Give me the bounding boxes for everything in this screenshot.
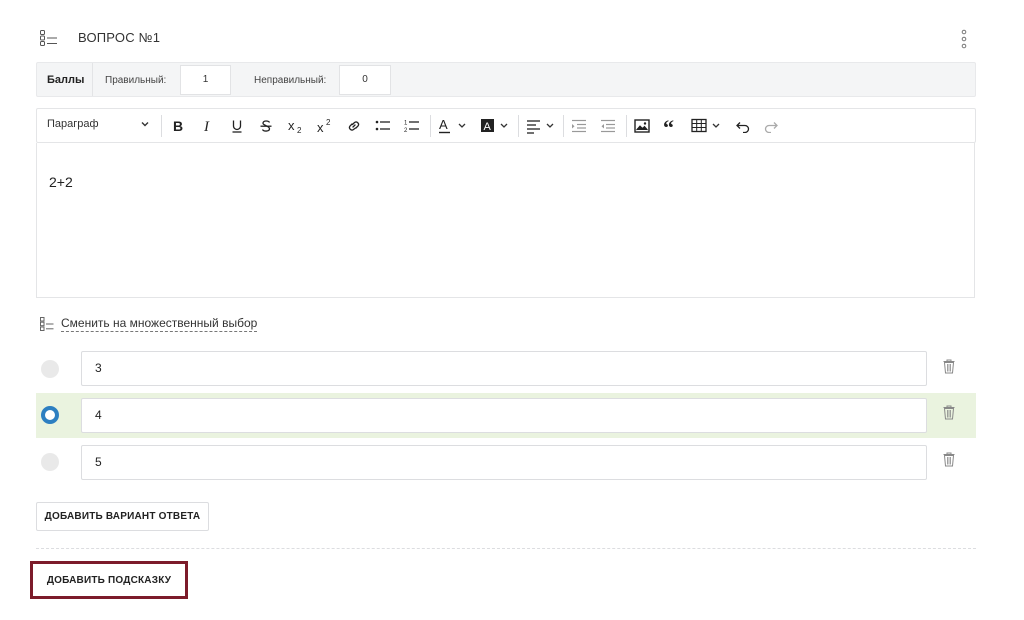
toolbar-separator [161,115,162,137]
font-color-icon[interactable]: A [436,114,470,138]
numbered-list-icon[interactable]: 12 [402,114,422,138]
trash-icon[interactable] [943,359,955,374]
answer-input[interactable]: 3 [81,351,927,386]
svg-text:x: x [288,119,295,133]
add-hint-button[interactable]: ДОБАВИТЬ ПОДСКАЗКУ [30,561,188,599]
answer-radio[interactable] [41,360,59,378]
bold-icon[interactable]: B [169,114,187,138]
incorrect-points-input[interactable]: 0 [339,65,391,95]
paragraph-dropdown[interactable]: Параграф [47,118,99,130]
question-title: ВОПРОС №1 [78,30,161,45]
underline-icon[interactable] [228,114,246,138]
section-divider [36,548,976,549]
strikethrough-icon[interactable] [257,114,275,138]
correct-points-input[interactable]: 1 [180,65,231,95]
correct-points-label: Правильный: [105,75,167,86]
multiple-choice-icon[interactable] [40,317,54,331]
answer-radio-selected[interactable] [41,406,59,424]
undo-icon[interactable] [733,114,753,138]
toolbar-separator [626,115,627,137]
toolbar-separator [518,115,519,137]
points-label: Баллы [47,74,85,86]
blockquote-icon[interactable]: “ [661,114,681,138]
svg-text:“: “ [663,119,674,133]
incorrect-points-label: Неправильный: [254,75,327,86]
svg-text:2: 2 [326,119,331,127]
answer-input[interactable]: 4 [81,398,927,433]
subscript-icon[interactable]: x2 [286,114,306,138]
trash-icon[interactable] [943,452,955,467]
italic-icon[interactable]: I [199,114,217,138]
question-list-icon [40,30,57,46]
table-icon[interactable] [689,114,725,138]
superscript-icon[interactable]: x2 [315,114,335,138]
add-answer-variant-button[interactable]: ДОБАВИТЬ ВАРИАНТ ОТВЕТА [36,502,209,531]
trash-icon[interactable] [943,405,955,420]
toolbar-separator [563,115,564,137]
answer-radio[interactable] [41,453,59,471]
svg-text:I: I [203,119,210,133]
editor-content: 2+2 [49,174,73,190]
svg-text:1: 1 [404,121,408,127]
answer-input[interactable]: 5 [81,445,927,480]
image-icon[interactable] [632,114,652,138]
redo-icon[interactable] [761,114,781,138]
svg-text:x: x [317,120,324,133]
link-icon[interactable] [345,114,363,138]
question-editor[interactable] [36,143,975,298]
more-options-icon[interactable] [958,29,970,49]
toolbar-separator [430,115,431,137]
svg-text:2: 2 [404,128,408,133]
svg-text:A: A [484,121,492,133]
outdent-icon[interactable] [569,114,589,138]
svg-text:2: 2 [297,126,302,133]
svg-text:A: A [439,118,448,132]
indent-icon[interactable] [598,114,618,138]
svg-text:B: B [173,119,183,133]
switch-to-multiple-choice-link[interactable]: Сменить на множественный выбор [61,316,258,332]
bulleted-list-icon[interactable] [373,114,393,138]
points-bar [36,62,976,97]
chevron-down-icon[interactable] [140,119,150,129]
font-background-icon[interactable]: A [478,114,512,138]
points-divider [92,63,93,96]
align-icon[interactable] [524,114,558,138]
